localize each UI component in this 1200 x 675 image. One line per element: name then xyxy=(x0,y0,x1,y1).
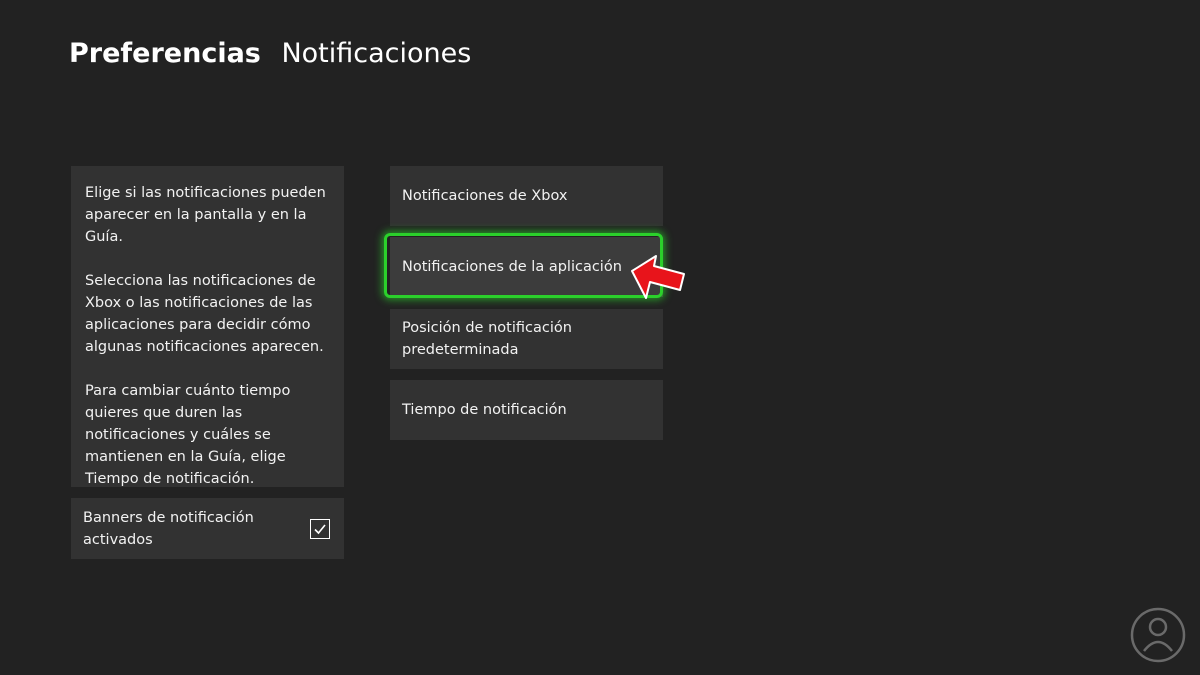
description-paragraph: Elige si las notificaciones pueden apare… xyxy=(85,185,326,245)
red-arrow-icon xyxy=(631,255,685,299)
notification-settings-page: Preferencias Notificaciones Elige si las… xyxy=(0,0,1200,675)
menu-item-default-position[interactable]: Posición de notificación predeterminada xyxy=(390,309,663,369)
logo-icon xyxy=(1130,607,1186,663)
page-header: Preferencias Notificaciones xyxy=(69,36,471,72)
notification-banners-checkbox[interactable] xyxy=(310,518,330,539)
menu-item-label: Notificaciones de la aplicación xyxy=(402,259,622,275)
description-paragraph: Selecciona las notificaciones de Xbox o … xyxy=(85,273,324,355)
menu-item-notification-time[interactable]: Tiempo de notificación xyxy=(390,380,663,440)
checkmark-icon xyxy=(314,523,326,534)
page-title: Notificaciones xyxy=(281,38,472,69)
description-paragraph: Para cambiar cuánto tiempo quieres que d… xyxy=(85,383,291,487)
section-title: Preferencias xyxy=(69,38,261,69)
notification-banners-toggle[interactable]: Banners de notificación activados xyxy=(71,498,344,559)
menu-item-label: Posición de notificación predeterminada xyxy=(402,320,572,358)
menu-item-app-notifications[interactable]: Notificaciones de la aplicación xyxy=(390,237,663,297)
menu-item-xbox-notifications[interactable]: Notificaciones de Xbox xyxy=(390,166,663,226)
description-panel: Elige si las notificaciones pueden apare… xyxy=(71,166,344,487)
notification-banners-label: Banners de notificación activados xyxy=(83,509,254,548)
menu-item-label: Tiempo de notificación xyxy=(402,402,567,418)
menu-item-label: Notificaciones de Xbox xyxy=(402,188,568,204)
